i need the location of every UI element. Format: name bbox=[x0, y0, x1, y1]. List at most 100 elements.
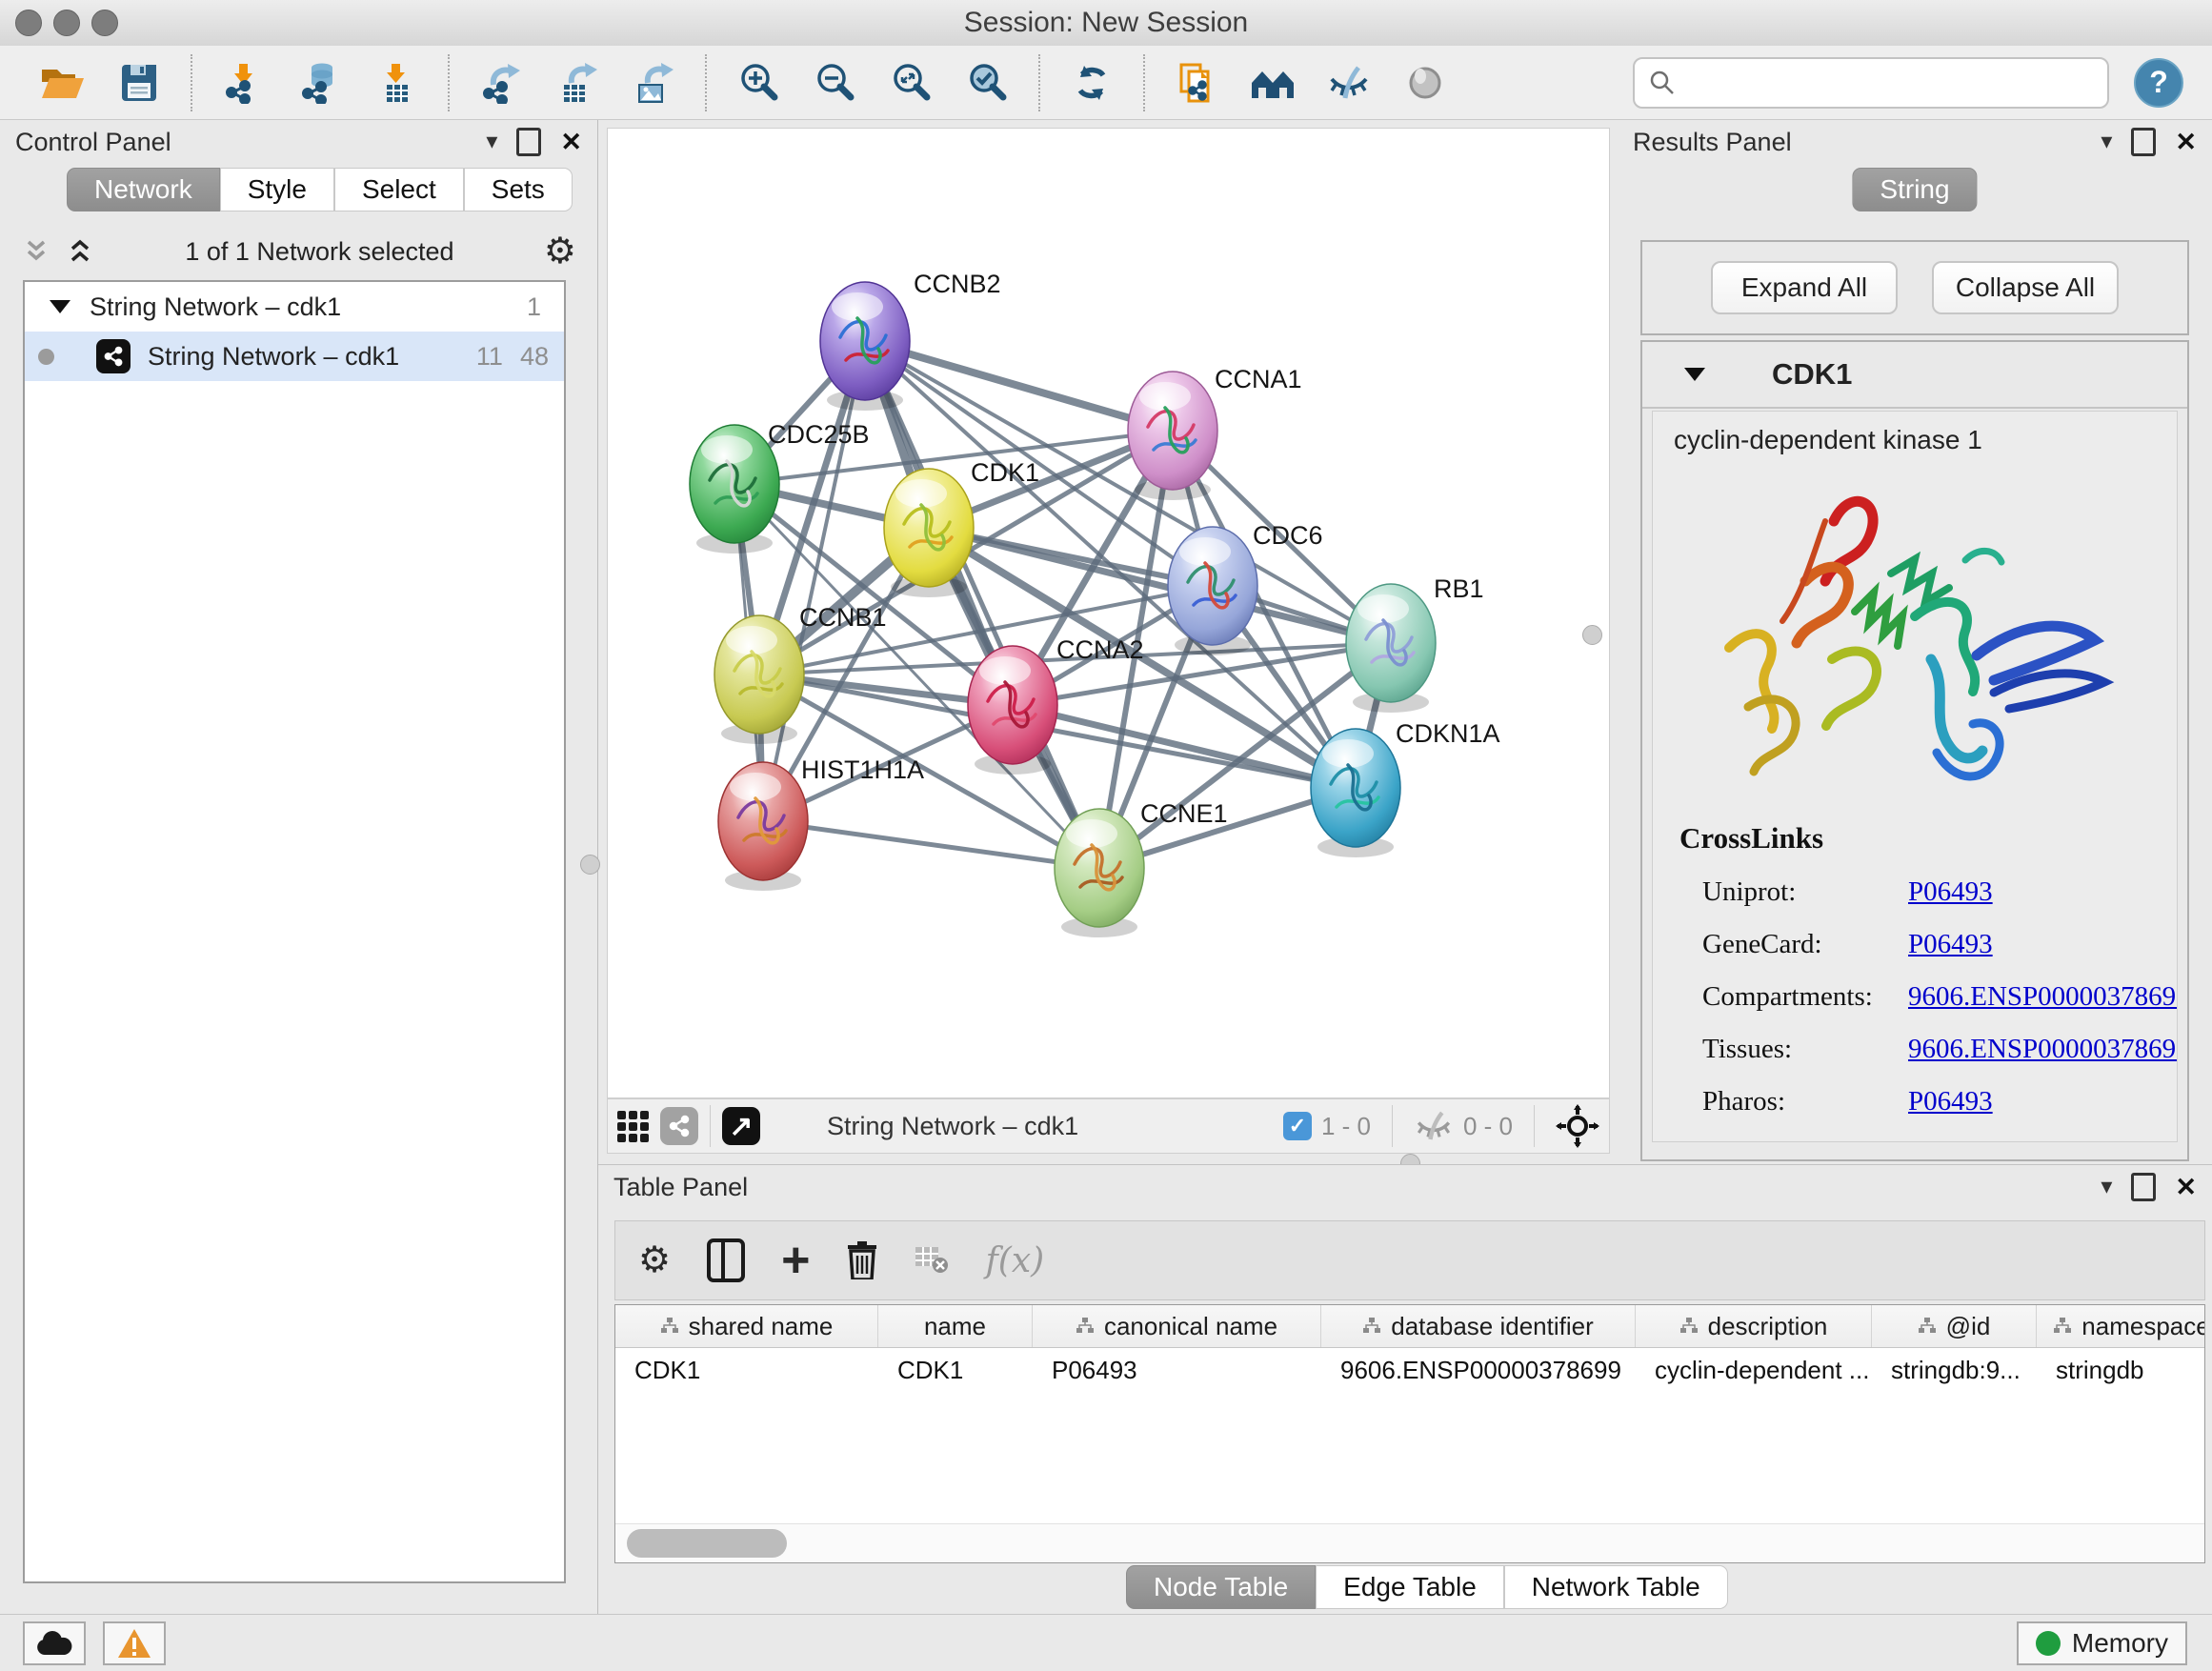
float-panel-icon[interactable] bbox=[516, 128, 541, 156]
float-panel-icon[interactable] bbox=[2131, 1173, 2156, 1201]
tab-network[interactable]: Network bbox=[67, 168, 220, 211]
tab-string[interactable]: String bbox=[1852, 168, 1977, 211]
right-splitter-grip[interactable] bbox=[1582, 625, 1602, 645]
left-splitter-grip[interactable] bbox=[580, 855, 600, 875]
gray-eye-icon[interactable] bbox=[1400, 58, 1450, 108]
warning-button[interactable] bbox=[103, 1621, 166, 1665]
expand-all-icon[interactable] bbox=[21, 237, 51, 266]
network-node-CCNE1[interactable]: CCNE1 bbox=[1055, 799, 1228, 937]
crosslink-link[interactable]: 9606.ENSP00000378699 bbox=[1908, 981, 2178, 1013]
gene-section-header[interactable]: CDK1 bbox=[1642, 342, 2187, 409]
network-from-clipboard-icon[interactable] bbox=[1172, 58, 1221, 108]
crosslink-link[interactable]: P06493 bbox=[1908, 876, 1993, 908]
network-node-CDC25B[interactable]: CDC25B bbox=[690, 420, 870, 554]
function-builder-icon[interactable]: f(x) bbox=[985, 1241, 1044, 1280]
table-cell[interactable]: CDK1 bbox=[878, 1348, 1033, 1392]
table-cell[interactable]: stringdb bbox=[2037, 1348, 2205, 1392]
node-table[interactable]: shared namenamecanonical namedatabase id… bbox=[614, 1304, 2205, 1563]
hidden-eye-icon[interactable] bbox=[1414, 1109, 1454, 1143]
close-panel-icon[interactable]: ✕ bbox=[2175, 1175, 2197, 1200]
column-header-namespace[interactable]: namespace bbox=[2037, 1305, 2205, 1347]
network-node-CCNB1[interactable]: CCNB1 bbox=[714, 603, 887, 744]
open-session-icon[interactable] bbox=[38, 58, 88, 108]
grid-view-icon[interactable] bbox=[617, 1111, 649, 1142]
tab-style[interactable]: Style bbox=[220, 168, 334, 211]
import-table-icon[interactable] bbox=[372, 58, 421, 108]
column-header-description[interactable]: description bbox=[1636, 1305, 1872, 1347]
hide-selected-icon[interactable] bbox=[1324, 58, 1374, 108]
show-all-networks-icon[interactable] bbox=[1248, 58, 1297, 108]
zoom-out-icon[interactable] bbox=[810, 58, 859, 108]
network-edge[interactable] bbox=[865, 341, 1099, 868]
network-collection-row[interactable]: String Network – cdk1 1 bbox=[25, 282, 564, 332]
selected-checkbox-icon[interactable]: ✓ bbox=[1283, 1112, 1312, 1140]
crosshair-icon[interactable] bbox=[1556, 1104, 1599, 1148]
search-field[interactable] bbox=[1633, 57, 2109, 109]
zoom-in-icon[interactable] bbox=[734, 58, 783, 108]
collapse-all-button[interactable]: Collapse All bbox=[1932, 261, 2119, 314]
column-header-shared-name[interactable]: shared name bbox=[615, 1305, 878, 1347]
network-edge[interactable] bbox=[763, 821, 1099, 868]
crosslink-link[interactable]: 9606.ENSP00000378699 bbox=[1908, 1034, 2178, 1065]
column-header-@id[interactable]: @id bbox=[1872, 1305, 2037, 1347]
network-node-HIST1H1A[interactable]: HIST1H1A bbox=[718, 755, 924, 891]
close-panel-icon[interactable]: ✕ bbox=[2175, 130, 2197, 155]
crosslink-link[interactable]: P06493 bbox=[1908, 1086, 1993, 1117]
crosslink-label: Uniprot: bbox=[1679, 876, 1855, 908]
network-edge[interactable] bbox=[865, 341, 1173, 431]
network-edge[interactable] bbox=[763, 341, 865, 821]
import-network-from-database-icon[interactable] bbox=[295, 58, 345, 108]
export-network-icon[interactable] bbox=[476, 58, 526, 108]
memory-button[interactable]: Memory bbox=[2017, 1621, 2187, 1665]
collapse-all-icon[interactable] bbox=[65, 237, 95, 266]
network-node-CCNA1[interactable]: CCNA1 bbox=[1128, 365, 1302, 500]
import-network-icon[interactable] bbox=[219, 58, 269, 108]
column-header-database-identifier[interactable]: database identifier bbox=[1321, 1305, 1636, 1347]
table-hscrollbar-thumb[interactable] bbox=[627, 1529, 787, 1558]
share-view-icon[interactable] bbox=[660, 1107, 698, 1145]
tab-network-table[interactable]: Network Table bbox=[1504, 1565, 1728, 1609]
add-column-icon[interactable]: + bbox=[781, 1243, 810, 1278]
table-cell[interactable]: CDK1 bbox=[615, 1348, 878, 1392]
export-image-icon[interactable] bbox=[629, 58, 678, 108]
crosslink-link[interactable]: P06493 bbox=[1908, 929, 1993, 960]
search-input[interactable] bbox=[1677, 67, 2107, 98]
table-cell[interactable]: 9606.ENSP00000378699 bbox=[1321, 1348, 1636, 1392]
zoom-fit-icon[interactable] bbox=[886, 58, 935, 108]
column-header-canonical-name[interactable]: canonical name bbox=[1033, 1305, 1321, 1347]
section-expand-icon[interactable] bbox=[1684, 368, 1705, 381]
table-cell[interactable]: P06493 bbox=[1033, 1348, 1321, 1392]
delete-icon[interactable] bbox=[846, 1241, 878, 1279]
columns-icon[interactable] bbox=[707, 1238, 745, 1282]
open-in-window-icon[interactable]: ↗ bbox=[722, 1107, 760, 1145]
network-row[interactable]: String Network – cdk1 11 48 bbox=[25, 332, 564, 381]
network-node-CCNB2[interactable]: CCNB2 bbox=[820, 270, 1001, 411]
column-header-name[interactable]: name bbox=[878, 1305, 1033, 1347]
tab-edge-table[interactable]: Edge Table bbox=[1316, 1565, 1504, 1609]
export-table-icon[interactable] bbox=[553, 58, 602, 108]
gear-icon[interactable]: ⚙ bbox=[638, 1242, 671, 1278]
delete-table-icon[interactable] bbox=[915, 1246, 949, 1275]
tab-node-table[interactable]: Node Table bbox=[1126, 1565, 1316, 1609]
float-panel-icon[interactable] bbox=[2131, 128, 2156, 156]
table-hscrollbar[interactable] bbox=[615, 1523, 2204, 1562]
network-node-CDKN1A[interactable]: CDKN1A bbox=[1311, 719, 1500, 857]
collapse-panel-icon[interactable]: ▾ bbox=[2101, 1176, 2112, 1198]
table-cell[interactable]: cyclin-dependent ... bbox=[1636, 1348, 1872, 1392]
collapse-panel-icon[interactable]: ▾ bbox=[486, 131, 497, 153]
network-node-RB1[interactable]: RB1 bbox=[1346, 574, 1484, 713]
refresh-icon[interactable] bbox=[1067, 58, 1116, 108]
table-cell[interactable]: stringdb:9... bbox=[1872, 1348, 2037, 1392]
cloud-button[interactable] bbox=[23, 1621, 86, 1665]
gear-icon[interactable]: ⚙ bbox=[544, 233, 576, 270]
expand-all-button[interactable]: Expand All bbox=[1711, 261, 1898, 314]
save-session-icon[interactable] bbox=[114, 58, 164, 108]
tree-expand-icon[interactable] bbox=[50, 300, 70, 313]
help-icon[interactable]: ? bbox=[2134, 58, 2183, 108]
zoom-selected-icon[interactable] bbox=[962, 58, 1012, 108]
collapse-panel-icon[interactable]: ▾ bbox=[2101, 131, 2112, 153]
tab-select[interactable]: Select bbox=[334, 168, 464, 211]
close-panel-icon[interactable]: ✕ bbox=[560, 130, 582, 155]
tab-sets[interactable]: Sets bbox=[464, 168, 573, 211]
network-view-canvas[interactable]: CCNB2CCNA1CDC25BCDK1CDC6RB1CCNB1CCNA2CDK… bbox=[607, 128, 1610, 1098]
